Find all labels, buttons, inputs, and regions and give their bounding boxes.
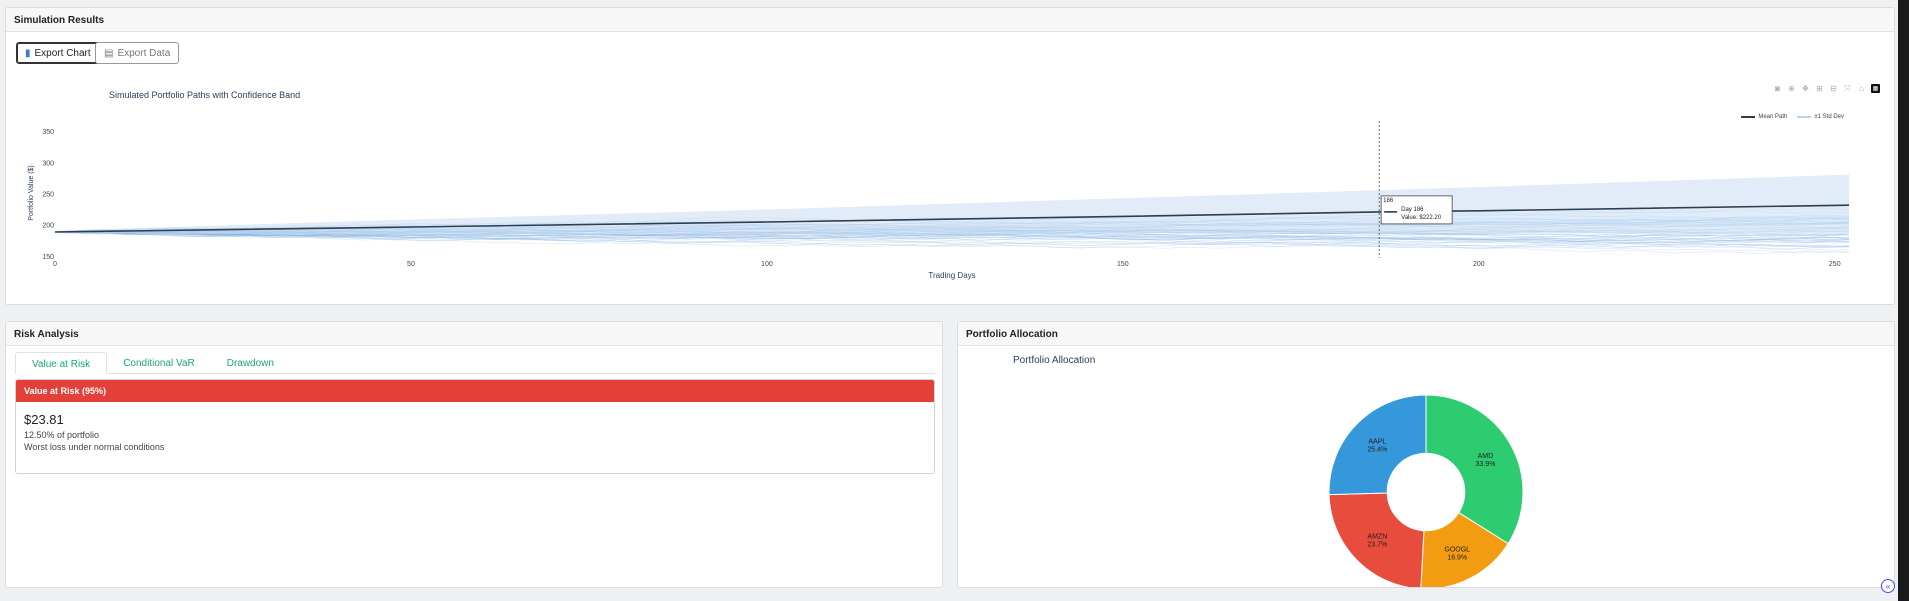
simulation-line-chart[interactable]: 150 200 250 300 350 0 50 100 150 200 250 Portfoli…	[6, 8, 1894, 306]
tooltip-day: Day 186	[1401, 207, 1424, 213]
var-value: $23.81	[24, 412, 64, 427]
tab-drawdown[interactable]: Drawdown	[211, 352, 290, 374]
x-axis-ticks: 0 50 100 150 200 250	[53, 261, 1841, 268]
risk-tabs: Value at Risk Conditional VaR Drawdown	[15, 352, 935, 374]
y-tick-label: 250	[42, 192, 54, 199]
x-tick-label: 50	[407, 261, 415, 268]
std-dev-band	[55, 174, 1849, 235]
slice-percent: 23.7%	[1367, 541, 1387, 548]
var-title: Value at Risk (95%)	[16, 380, 934, 402]
x-tick-label: 100	[761, 261, 773, 268]
allocation-donut-chart[interactable]: AMD33.9% GOOGL16.9% AMZN23.7% AAPL25.4%	[958, 347, 1894, 587]
y-tick-label: 200	[42, 223, 54, 230]
hover-tooltip: 186 Day 186 Value: $222.20	[1380, 195, 1453, 225]
portfolio-allocation-card: Portfolio Allocation Portfolio Allocatio…	[957, 321, 1895, 588]
window-edge	[1898, 0, 1909, 601]
x-tick-label: 150	[1117, 261, 1129, 268]
tab-conditional-var[interactable]: Conditional VaR	[107, 352, 211, 374]
x-tick-label: 200	[1473, 261, 1485, 268]
simulation-results-card: Simulation Results ▮ Export Chart ▤ Expo…	[5, 7, 1895, 305]
y-axis-ticks: 150 200 250 300 350	[42, 129, 54, 261]
tooltip-header: 186	[1383, 198, 1394, 204]
slice-percent: 33.9%	[1476, 461, 1496, 468]
y-axis-label: Portfolio Value ($)	[28, 165, 35, 221]
slice-percent: 25.4%	[1367, 447, 1387, 454]
tab-value-at-risk[interactable]: Value at Risk	[15, 352, 108, 374]
y-tick-label: 150	[42, 254, 54, 261]
y-tick-label: 350	[42, 129, 54, 136]
app-page: Simulation Results ▮ Export Chart ▤ Expo…	[0, 0, 1909, 601]
slice-label: AMD	[1478, 453, 1494, 460]
x-tick-label: 0	[53, 261, 57, 268]
collapse-panel-icon[interactable]: «	[1881, 579, 1895, 593]
x-tick-label: 250	[1829, 261, 1841, 268]
slice-label: AAPL	[1368, 439, 1386, 446]
risk-analysis-header: Risk Analysis	[6, 322, 942, 346]
risk-analysis-card: Risk Analysis Value at Risk Conditional …	[5, 321, 943, 588]
portfolio-allocation-header: Portfolio Allocation	[958, 322, 1894, 346]
value-at-risk-panel: Value at Risk (95%) $23.81 12.50% of por…	[15, 379, 935, 474]
slice-label: AMZN	[1367, 533, 1387, 540]
slice-percent: 16.9%	[1447, 554, 1467, 561]
x-axis-label: Trading Days	[928, 271, 975, 280]
tooltip-value: Value: $222.20	[1401, 215, 1442, 221]
var-percent: 12.50% of portfolio	[24, 430, 100, 440]
var-description: Worst loss under normal conditions	[24, 442, 165, 452]
donut-slice-amd[interactable]	[1425, 394, 1524, 545]
y-tick-label: 300	[42, 160, 54, 167]
slice-label: GOOGL	[1444, 546, 1470, 553]
